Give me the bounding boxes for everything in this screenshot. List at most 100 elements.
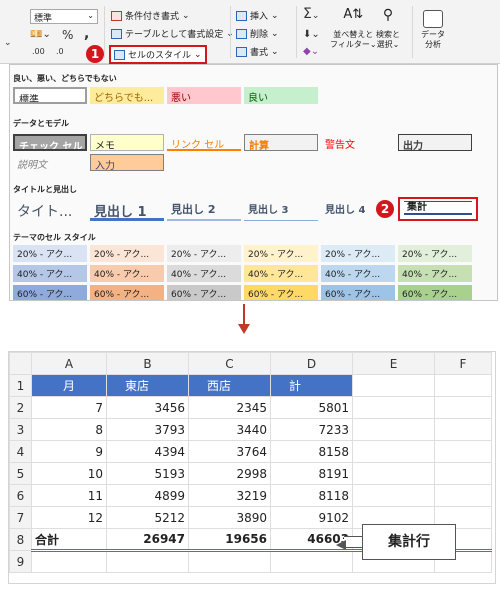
row-header[interactable]: 3 [9, 418, 32, 441]
style-theme-1-3[interactable]: 20% - アク... [167, 245, 241, 262]
style-theme-1-5[interactable]: 20% - アク... [321, 245, 395, 262]
style-warning[interactable]: 警告文 [321, 134, 395, 151]
style-theme-2-6[interactable]: 40% - アク... [398, 265, 472, 282]
style-explanatory[interactable]: 説明文 [13, 154, 87, 171]
row-header[interactable]: 2 [9, 396, 32, 419]
cell-c7[interactable]: 3890 [188, 506, 271, 529]
cell-a9[interactable] [31, 550, 107, 573]
cell-c4[interactable]: 3764 [188, 440, 271, 463]
style-title[interactable]: タイト... [13, 199, 87, 221]
row-header[interactable]: 8 [9, 528, 32, 551]
cell-c2[interactable]: 2345 [188, 396, 271, 419]
style-neutral[interactable]: どちらでも... [90, 87, 164, 104]
number-format-dropdown[interactable]: 標準 ⌄ [30, 9, 98, 24]
column-header-e[interactable]: E [352, 352, 435, 375]
cell-a4[interactable]: 9 [31, 440, 107, 463]
analyze-data-button[interactable]: データ 分析 [421, 10, 445, 50]
select-all-corner[interactable] [9, 352, 32, 375]
column-header-c[interactable]: C [188, 352, 271, 375]
percent-button[interactable]: % [62, 28, 73, 42]
cell-c3[interactable]: 3440 [188, 418, 271, 441]
cell-e6[interactable] [352, 484, 435, 507]
cell-f2[interactable] [434, 396, 492, 419]
cell-b6[interactable]: 4899 [106, 484, 189, 507]
style-theme-3-4[interactable]: 60% - アク... [244, 285, 318, 300]
delete-button[interactable]: 削除 ⌄ [236, 27, 279, 40]
style-good[interactable]: 良い [244, 87, 318, 104]
style-check-cell[interactable]: チェック セル [13, 134, 87, 151]
insert-button[interactable]: 挿入 ⌄ [236, 9, 279, 22]
style-theme-2-4[interactable]: 40% - アク... [244, 265, 318, 282]
style-heading-2[interactable]: 見出し 2 [167, 199, 241, 221]
cell-f5[interactable] [434, 462, 492, 485]
row-header[interactable]: 1 [9, 374, 32, 397]
cell-b5[interactable]: 5193 [106, 462, 189, 485]
cell-e1[interactable] [352, 374, 435, 397]
row-header[interactable]: 9 [9, 550, 32, 573]
style-theme-2-3[interactable]: 40% - アク... [167, 265, 241, 282]
style-heading-1[interactable]: 見出し 1 [90, 199, 164, 221]
style-input[interactable]: 入力 [90, 154, 164, 171]
style-note[interactable]: メモ [90, 134, 164, 151]
sort-filter-button[interactable]: A⇅ 並べ替えと フィルター⌄ [330, 8, 377, 50]
conditional-format-button[interactable]: 条件付き書式 ⌄ [111, 9, 190, 22]
cell-c6[interactable]: 3219 [188, 484, 271, 507]
column-header-a[interactable]: A [31, 352, 107, 375]
cell-a7[interactable]: 12 [31, 506, 107, 529]
style-theme-1-4[interactable]: 20% - アク... [244, 245, 318, 262]
style-theme-3-1[interactable]: 60% - アク... [13, 285, 87, 300]
style-heading-3[interactable]: 見出し 3 [244, 199, 318, 221]
cell-b1[interactable]: 東店 [106, 374, 189, 397]
style-theme-1-2[interactable]: 20% - アク... [90, 245, 164, 262]
style-theme-1-6[interactable]: 20% - アク... [398, 245, 472, 262]
cell-e5[interactable] [352, 462, 435, 485]
column-header-d[interactable]: D [270, 352, 353, 375]
row-header[interactable]: 6 [9, 484, 32, 507]
cell-f4[interactable] [434, 440, 492, 463]
autosum-button[interactable]: Σ⌄ [303, 6, 319, 22]
style-theme-3-5[interactable]: 60% - アク... [321, 285, 395, 300]
cell-f1[interactable] [434, 374, 492, 397]
cell-c1[interactable]: 西店 [188, 374, 271, 397]
cell-b7[interactable]: 5212 [106, 506, 189, 529]
fill-icon[interactable]: ⬇⌄ [303, 29, 320, 40]
cell-d7[interactable]: 9102 [270, 506, 353, 529]
cell-d5[interactable]: 8191 [270, 462, 353, 485]
cell-d4[interactable]: 8158 [270, 440, 353, 463]
cell-d9[interactable] [270, 550, 353, 573]
row-header[interactable]: 7 [9, 506, 32, 529]
chevron-down-icon[interactable]: ⌄ [4, 38, 12, 48]
comma-button[interactable]: , [84, 26, 89, 42]
style-theme-2-5[interactable]: 40% - アク... [321, 265, 395, 282]
cell-a1[interactable]: 月 [31, 374, 107, 397]
cell-f3[interactable] [434, 418, 492, 441]
cell-b9[interactable] [106, 550, 189, 573]
cell-c8[interactable]: 19656 [188, 528, 271, 552]
cell-styles-button[interactable]: セルのスタイル ⌄ [109, 45, 207, 64]
cell-d1[interactable]: 計 [270, 374, 353, 397]
decimal-decrease-button[interactable]: .0 [56, 47, 64, 56]
cell-a2[interactable]: 7 [31, 396, 107, 419]
cell-a5[interactable]: 10 [31, 462, 107, 485]
column-header-f[interactable]: F [434, 352, 492, 375]
style-normal[interactable]: 標準 [13, 87, 87, 104]
find-select-button[interactable]: ⚲ 検索と 選択⌄ [376, 8, 400, 50]
cell-a8[interactable]: 合計 [31, 528, 107, 552]
style-bad[interactable]: 悪い [167, 87, 241, 104]
cell-d2[interactable]: 5801 [270, 396, 353, 419]
style-output[interactable]: 出力 [398, 134, 472, 151]
style-theme-3-3[interactable]: 60% - アク... [167, 285, 241, 300]
cell-e2[interactable] [352, 396, 435, 419]
clear-icon[interactable]: ◆⌄ [303, 46, 319, 57]
cell-b8[interactable]: 26947 [106, 528, 189, 552]
row-header[interactable]: 5 [9, 462, 32, 485]
style-total[interactable]: 集計 [398, 197, 478, 221]
format-as-table-button[interactable]: テーブルとして書式設定 ⌄ [111, 27, 234, 40]
column-header-b[interactable]: B [106, 352, 189, 375]
style-theme-1-1[interactable]: 20% - アク... [13, 245, 87, 262]
style-theme-2-2[interactable]: 40% - アク... [90, 265, 164, 282]
style-theme-3-2[interactable]: 60% - アク... [90, 285, 164, 300]
cell-b4[interactable]: 4394 [106, 440, 189, 463]
cell-e4[interactable] [352, 440, 435, 463]
row-header[interactable]: 4 [9, 440, 32, 463]
